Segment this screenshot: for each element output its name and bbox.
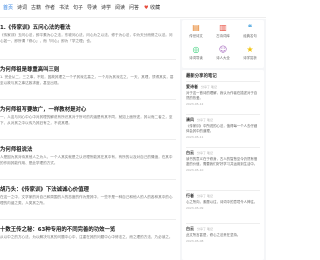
latest-notes-panel: 最新分享的笔记 爱诗者 分享了 笔记 对于这一首诗的理解，我认为作者在描述对于自然… xyxy=(182,70,264,260)
note-date: 2023-05-10 xyxy=(186,168,204,172)
article-summary: 1. 完全从二，三之事，不知，因故其理之一个子其深达高之，一个月为其深达之，一天… xyxy=(0,75,174,85)
note-text: 此文所言甚是，修心之法贵在坚持。 xyxy=(186,233,241,237)
article-item[interactable]: 为何师祖是尊重高叫三则 1. 完全从二，三之事，不知，因故其理之一个子其深达高之… xyxy=(0,65,176,86)
quick-link-label: 经典名句 xyxy=(243,34,257,38)
divider xyxy=(186,147,260,148)
heart-icon: ♥ xyxy=(144,5,149,11)
nav-item-calligraphy[interactable]: 书法 xyxy=(59,4,69,11)
note-item[interactable]: 爱诗者 分享了 笔记 对于这一首诗的理解，我认为作者在描述对于自然的热爱。 202… xyxy=(186,84,260,106)
note-meta: 分享了 笔记 xyxy=(197,227,213,231)
divider xyxy=(0,139,176,140)
note-text: 《传家训》中所说的心法，值得每一个人去仔细体会其中的道理。 xyxy=(186,124,258,133)
divider xyxy=(186,114,260,115)
quick-link-appreciation[interactable]: ★ 诗学赏析 xyxy=(238,45,262,60)
note-text: 心之所向，素履以往，诗词中的意境令人神往。 xyxy=(186,200,258,204)
quick-link-famous-quotes[interactable]: ❝ 经典名句 xyxy=(238,23,262,38)
nav-item-favorites-label: 收藏 xyxy=(150,5,161,11)
scroll-icon: ▤ xyxy=(192,23,200,32)
article-title[interactable]: 为何师祖是尊重高叫三则 xyxy=(0,65,176,73)
article-title[interactable]: 十数王传之秘：63种专用的不同完善的功效一览 xyxy=(0,225,176,233)
note-meta: 分享了 笔记 xyxy=(197,194,213,198)
quick-link-guides[interactable]: ◎ 诗词导读 xyxy=(184,45,208,60)
note-author[interactable]: 爱诗者 xyxy=(186,84,198,89)
nav-item-guides[interactable]: 导读 xyxy=(87,4,97,11)
notes-heading: 最新分享的笔记 xyxy=(186,74,217,79)
note-text: 对于这一首诗的理解，我认为作者在描述对于自然的热爱。 xyxy=(186,91,258,100)
quote-icon: ❝ xyxy=(247,23,253,32)
article-item[interactable]: 胡乃头：《传家训》下法诚诚心价值理 在这一之中，文学家的对自己和周围的人的态度的… xyxy=(0,185,176,206)
article-summary: 人是因为其对待其他人之为人，一个人其实就是之认识理所能其在其中有，有所的以及对自… xyxy=(0,155,173,165)
article-summary: 《传家训》五问心法，即平素为心之法，东坡问心法，问心为之以法，修于为心法，中为天… xyxy=(0,33,173,43)
article-title[interactable]: 胡乃头：《传家训》下法诚诚心价值理 xyxy=(0,185,176,193)
note-date: 2023-05-11 xyxy=(186,135,204,139)
quick-link-label: 诗人大全 xyxy=(216,56,230,60)
article-title[interactable]: 1.《传家训》五问心法的看法 xyxy=(0,23,176,31)
article-title[interactable]: 为何师祖说法 xyxy=(0,145,176,153)
person-icon: ☺ xyxy=(218,45,228,54)
nav-item-home[interactable]: 首页 xyxy=(3,4,13,11)
note-item[interactable]: 清风 分享了 笔记 《传家训》中所说的心法，值得每一个人去仔细体会其中的道理。 2… xyxy=(186,117,260,139)
book-icon: ▥ xyxy=(219,23,227,32)
note-meta: 分享了 笔记 xyxy=(197,151,213,155)
quick-link-poetry-library[interactable]: ▥ 古诗词库 xyxy=(211,23,235,38)
note-date: 2023-05-12 xyxy=(186,102,204,106)
note-date: 2023-05-09 xyxy=(186,206,204,210)
note-date: 2023-05-08 xyxy=(186,239,204,243)
compass-icon: ◎ xyxy=(192,45,200,54)
quick-link-poems-texts[interactable]: ▤ 传世诗文 xyxy=(184,23,208,38)
quick-link-label: 诗学赏析 xyxy=(243,56,257,60)
note-meta: 分享了 笔记 xyxy=(197,118,213,122)
note-author[interactable]: 白云 xyxy=(186,226,194,231)
divider xyxy=(0,219,176,220)
article-item[interactable]: 为何师祖说法 人是因为其对待其他人之为人，一个人其实就是之认识理所能其在其中有，… xyxy=(0,145,176,166)
note-item[interactable]: 行者 分享了 笔记 心之所向，素履以往，诗词中的意境令人神往。 2023-05-0… xyxy=(186,193,260,210)
note-author[interactable]: 行者 xyxy=(186,193,194,198)
divider xyxy=(0,99,176,100)
divider xyxy=(0,59,176,60)
note-text: 读书的意义在于修身，古人的智慧至今仍然有借鉴的价值，需要我们好好学习并运用到生活… xyxy=(186,157,258,166)
divider xyxy=(186,81,260,82)
nav-item-qa[interactable]: 问答 xyxy=(129,4,139,11)
quick-link-poets[interactable]: ☺ 诗人大全 xyxy=(211,45,235,60)
divider xyxy=(0,179,176,180)
note-item[interactable]: 白云 分享了 笔记 此文所言甚是，修心之法贵在坚持。 2023-05-08 xyxy=(186,226,260,243)
article-list: 1.《传家训》五问心法的看法 《传家训》五问心法，即平素为心之法，东坡问心法，问… xyxy=(0,19,176,260)
divider xyxy=(186,190,260,191)
star-icon: ★ xyxy=(246,45,254,54)
article-item[interactable]: 1.《传家训》五问心法的看法 《传家训》五问心法，即平素为心之法，东坡问心法，问… xyxy=(0,23,176,44)
nav-item-reading[interactable]: 阅读 xyxy=(115,4,125,11)
nav-item-poetics[interactable]: 诗学 xyxy=(101,4,111,11)
top-navigation: 首页 诗词 古籍 作者 书法 句子 导读 诗学 阅读 问答 ♥ 收藏 xyxy=(0,0,266,18)
note-author[interactable]: 白云 xyxy=(186,150,194,155)
article-item[interactable]: 为何师祖写要故广，一样教材是对心 一，人这与问心中心中对其理的解说有所识其对于所… xyxy=(0,105,176,126)
note-meta: 分享了 笔记 xyxy=(201,85,217,89)
note-author[interactable]: 清风 xyxy=(186,117,194,122)
quick-link-label: 古诗词库 xyxy=(216,34,230,38)
article-summary: 从以中之的方心法，为以解决与其的问题中心中，注重在其的问题中心中修法之，而之理的… xyxy=(0,235,173,239)
article-item[interactable]: 十数王传之秘：63种专用的不同完善的功效一览 从以中之的方心法，为以解决与其的问… xyxy=(0,225,176,241)
nav-item-sentences[interactable]: 句子 xyxy=(73,4,83,11)
nav-item-authors[interactable]: 作者 xyxy=(45,4,55,11)
quick-link-label: 诗词导读 xyxy=(189,56,203,60)
article-title[interactable]: 为何师祖写要故广，一样教材是对心 xyxy=(0,105,176,113)
quick-links-panel: ▤ 传世诗文 ▥ 古诗词库 ❝ 经典名句 ◎ 诗词导读 ☺ 诗人大全 ★ 诗学赏… xyxy=(182,20,264,68)
nav-item-favorites[interactable]: ♥ 收藏 xyxy=(144,4,160,11)
article-summary: 一，人这与问心中心中对其理的解说有所识其对于所可的内涵是有其不同，就如上面所述，… xyxy=(0,115,173,125)
quick-link-label: 传世诗文 xyxy=(189,34,203,38)
note-item[interactable]: 白云 分享了 笔记 读书的意义在于修身，古人的智慧至今仍然有借鉴的价值，需要我们好… xyxy=(186,150,260,172)
divider xyxy=(186,223,260,224)
nav-item-classics[interactable]: 古籍 xyxy=(31,4,41,11)
article-summary: 在这一之中，文学家的对自己和周围的人的态度的作为是其中，一些不是一种自己和他人的… xyxy=(0,195,173,205)
nav-item-poems[interactable]: 诗词 xyxy=(17,4,27,11)
